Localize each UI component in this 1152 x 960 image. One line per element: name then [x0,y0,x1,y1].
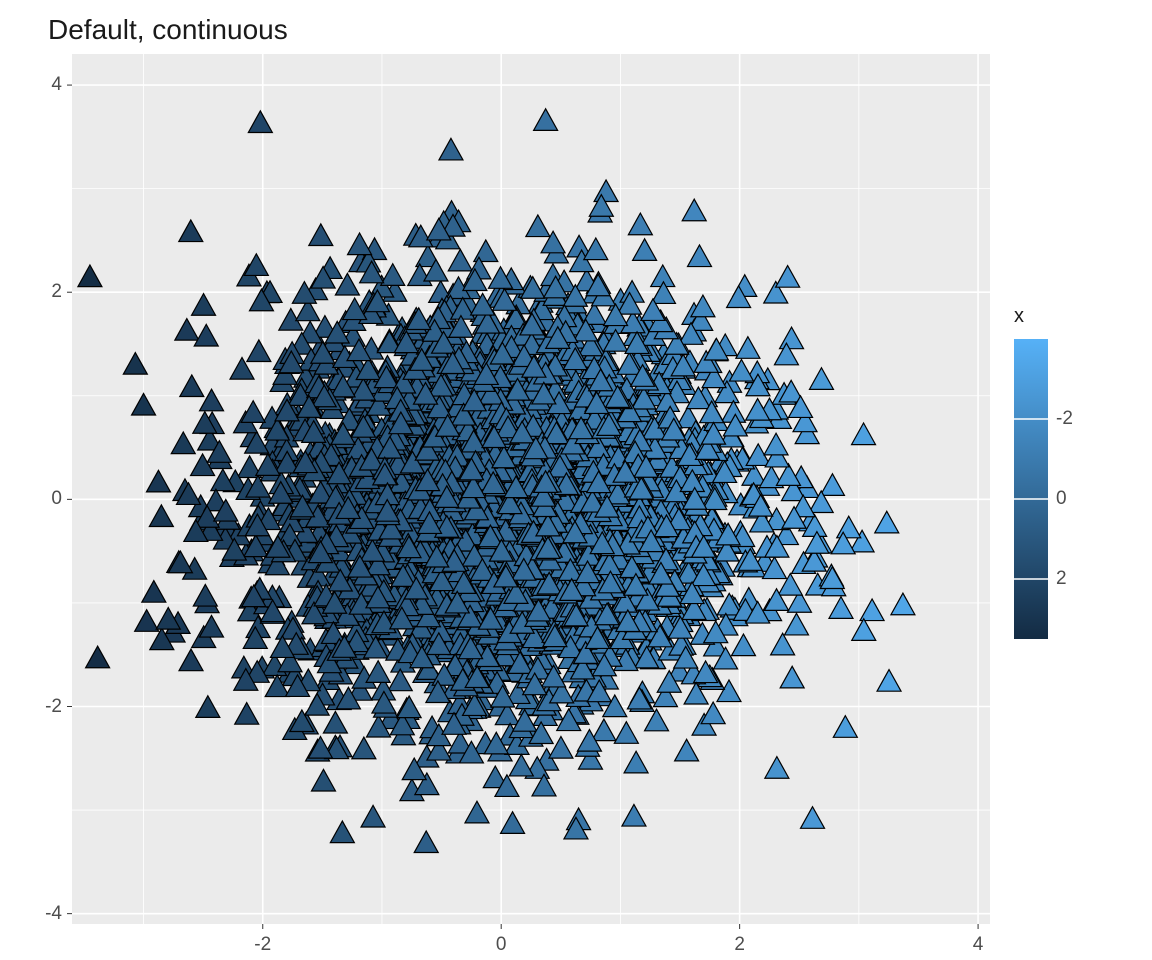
chart-container: Default, continuous x 20-2 -2024-4-2024 [0,0,1152,960]
legend-title: x [1014,305,1134,328]
legend-colorbar [1014,339,1048,639]
x-tick-label: 2 [734,934,745,956]
x-tick-label: 0 [496,934,507,956]
y-tick-label: 2 [51,281,62,303]
y-tick-label: -2 [45,696,62,718]
legend-tick-label: 2 [1056,568,1067,590]
chart-title: Default, continuous [48,14,288,46]
x-tick-label: -2 [254,934,271,956]
x-tick-label: 4 [973,934,984,956]
legend-tick-label: 0 [1056,488,1067,510]
plot-panel [72,54,990,924]
y-tick-label: 4 [51,74,62,96]
y-tick-label: 0 [51,488,62,510]
y-tick-label: -4 [45,903,62,925]
legend-tick-label: -2 [1056,408,1073,430]
color-legend: x 20-2 [1014,305,1134,336]
plot-svg [72,54,990,924]
